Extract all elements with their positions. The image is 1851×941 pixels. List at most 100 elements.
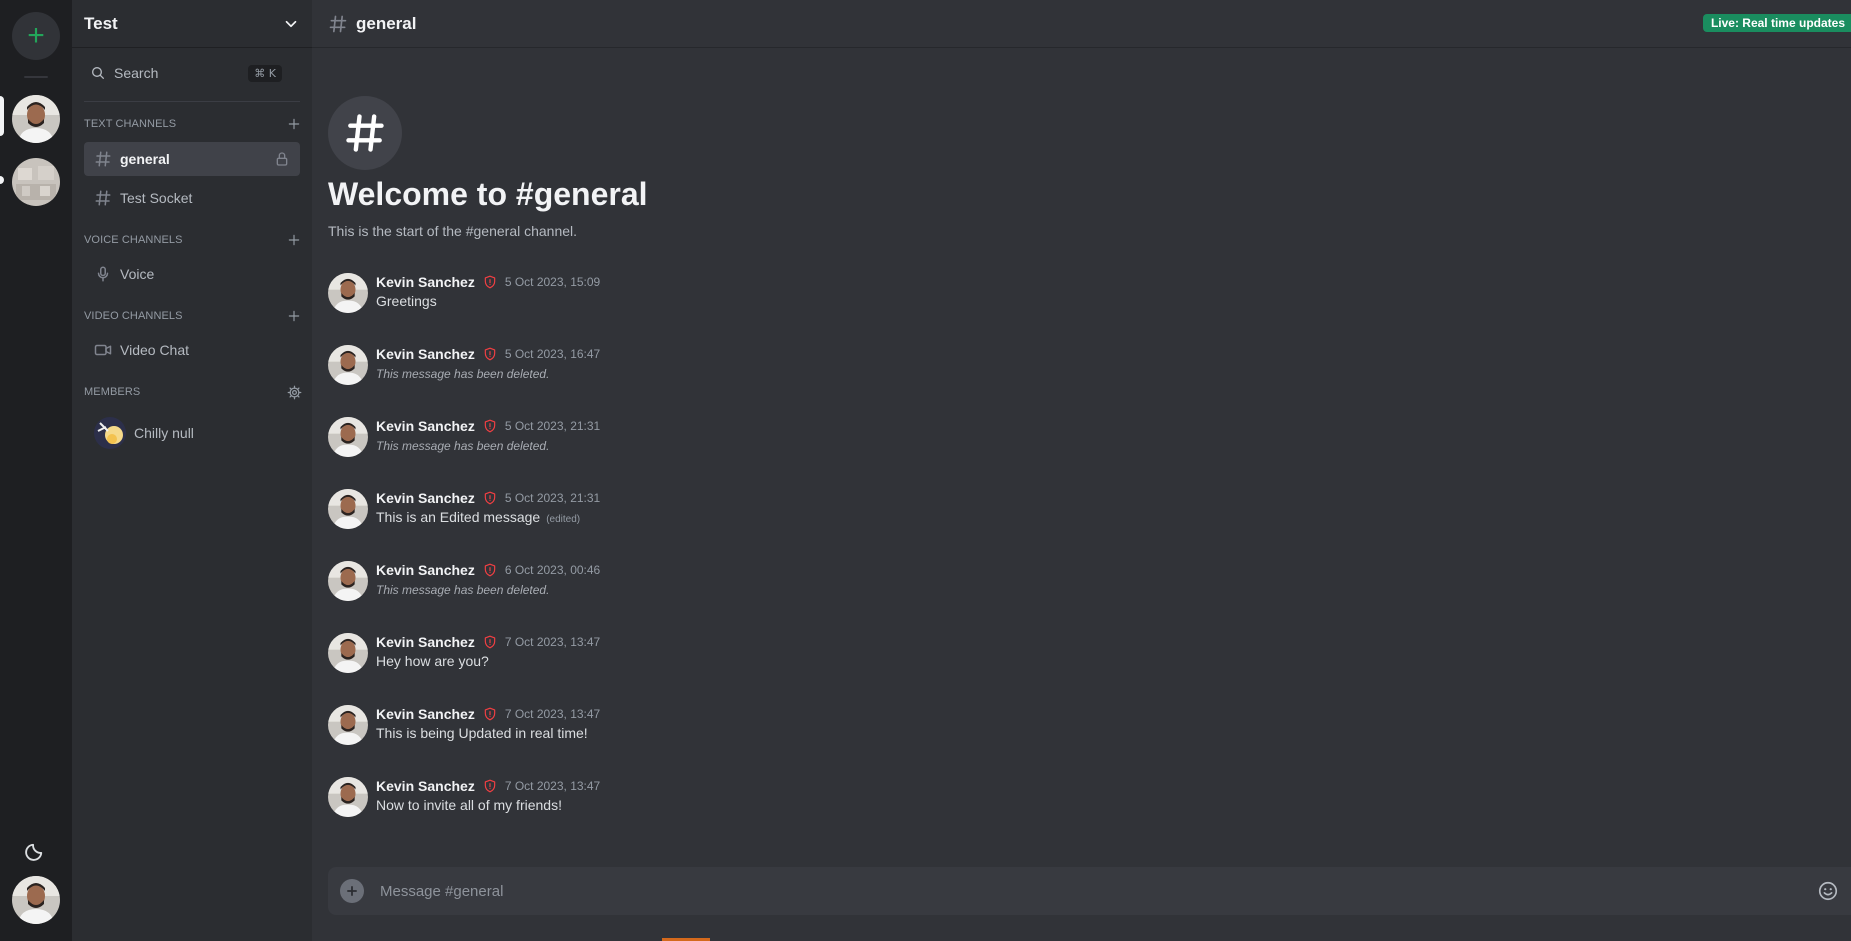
message-author[interactable]: Kevin Sanchez: [376, 562, 475, 578]
avatar[interactable]: [328, 273, 368, 313]
text-channels-header: TEXT CHANNELS: [84, 115, 302, 133]
message-author[interactable]: Kevin Sanchez: [376, 706, 475, 722]
voice-channels-header: VOICE CHANNELS: [84, 231, 302, 249]
active-server-indicator: [0, 96, 4, 136]
avatar[interactable]: [328, 633, 368, 673]
message-author[interactable]: Kevin Sanchez: [376, 634, 475, 650]
welcome-title: Welcome to #general: [328, 176, 648, 212]
manage-members-button[interactable]: [286, 384, 302, 400]
sidebar-divider: [84, 101, 300, 102]
avatar[interactable]: [328, 705, 368, 745]
server-name: Test: [84, 13, 118, 33]
avatar[interactable]: [328, 489, 368, 529]
plus-icon: [288, 118, 300, 130]
emoji-icon: [1818, 881, 1838, 901]
channel-item-video-chat[interactable]: Video Chat: [84, 333, 300, 367]
message-content: This is an Edited message (edited): [376, 509, 580, 525]
message-author[interactable]: Kevin Sanchez: [376, 274, 475, 290]
avatar[interactable]: [328, 777, 368, 817]
avatar[interactable]: [328, 417, 368, 457]
message-item[interactable]: Kevin Sanchez 7 Oct 2023, 13:47 This is be…: [328, 705, 1828, 751]
shield-icon: [483, 491, 497, 505]
welcome-subtitle: This is the start of the #general channe…: [328, 223, 578, 239]
message-header: Kevin Sanchez 7 Oct 2023, 13:47: [376, 777, 600, 795]
message-item[interactable]: Kevin Sanchez 5 Oct 2023, 21:31 This messa…: [328, 417, 1828, 463]
message-item[interactable]: Kevin Sanchez 5 Oct 2023, 16:47 This messa…: [328, 345, 1828, 391]
voice-channels-title: VOICE CHANNELS: [84, 234, 183, 246]
gear-icon: [287, 385, 301, 399]
video-camera-icon: [94, 341, 112, 359]
search-label: Search: [114, 65, 159, 81]
message-content: Now to invite all of my friends!: [376, 797, 562, 813]
video-channels-header: VIDEO CHANNELS: [84, 307, 302, 325]
add-text-channel-button[interactable]: [286, 116, 302, 132]
message-input[interactable]: [380, 882, 1817, 900]
message-header: Kevin Sanchez 7 Oct 2023, 13:47: [376, 633, 600, 651]
add-voice-channel-button[interactable]: [286, 232, 302, 248]
server-rail: +: [0, 0, 72, 941]
channel-title: general: [356, 13, 417, 33]
message-text: This message has been deleted.: [376, 439, 550, 453]
members-header: MEMBERS: [84, 383, 302, 401]
hash-icon: [94, 150, 112, 168]
chevron-down-icon: [285, 20, 297, 27]
add-video-channel-button[interactable]: [286, 308, 302, 324]
message-item[interactable]: Kevin Sanchez 6 Oct 2023, 00:46 This messa…: [328, 561, 1828, 607]
server-icon-second[interactable]: [12, 158, 60, 206]
channel-item-test-socket[interactable]: Test Socket: [84, 181, 300, 215]
plus-icon: [288, 234, 300, 246]
live-status-badge: Live: Real time updates: [1702, 14, 1851, 32]
moon-icon: [25, 843, 43, 861]
message-content: This message has been deleted.: [376, 583, 549, 597]
message-timestamp: 7 Oct 2023, 13:47: [504, 779, 601, 793]
message-item[interactable]: Kevin Sanchez 7 Oct 2023, 13:47 Now to inv…: [328, 777, 1828, 823]
unread-server-indicator: [0, 176, 4, 184]
message-item[interactable]: Kevin Sanchez 5 Oct 2023, 21:31 This is an…: [328, 489, 1828, 535]
channel-item-general[interactable]: general: [84, 142, 300, 176]
server-header[interactable]: Test: [72, 0, 312, 48]
message-text: This message has been deleted.: [376, 583, 550, 597]
message-author[interactable]: Kevin Sanchez: [376, 778, 475, 794]
emoji-button[interactable]: [1817, 880, 1839, 902]
channel-label: Test Socket: [120, 190, 193, 206]
shield-icon: [483, 707, 497, 721]
message-text: Greetings: [376, 293, 437, 309]
app-window: + Test Search ⌘ K TEXT CHANNELS general …: [0, 0, 1851, 941]
search-shortcut: ⌘ K: [248, 64, 282, 82]
server-avatar-image: [12, 158, 60, 206]
member-item-chilly-null[interactable]: Chilly null: [84, 415, 300, 451]
search-button[interactable]: Search ⌘ K: [82, 58, 290, 88]
message-timestamp: 5 Oct 2023, 21:31: [504, 419, 601, 433]
theme-toggle-button[interactable]: [22, 836, 50, 864]
user-avatar[interactable]: [12, 876, 60, 924]
video-channels-title: VIDEO CHANNELS: [84, 310, 183, 322]
user-avatar-image: [12, 876, 60, 924]
message-content: Hey how are you?: [376, 653, 489, 669]
plus-icon: [347, 886, 357, 896]
add-server-button[interactable]: +: [12, 12, 60, 60]
channel-item-voice[interactable]: Voice: [84, 257, 300, 291]
message-author[interactable]: Kevin Sanchez: [376, 346, 475, 362]
shield-icon: [483, 779, 497, 793]
message-item[interactable]: Kevin Sanchez 5 Oct 2023, 15:09 Greetings: [328, 273, 1828, 319]
shield-icon: [483, 563, 497, 577]
message-content: This message has been deleted.: [376, 367, 549, 381]
server-icon-test[interactable]: [12, 95, 60, 143]
message-timestamp: 5 Oct 2023, 21:31: [504, 491, 601, 505]
channel-sidebar: Test Search ⌘ K TEXT CHANNELS general Te…: [72, 0, 312, 941]
avatar[interactable]: [328, 345, 368, 385]
message-header: Kevin Sanchez 5 Oct 2023, 21:31: [376, 489, 600, 507]
hash-icon: [328, 14, 348, 34]
message-author[interactable]: Kevin Sanchez: [376, 418, 475, 434]
message-content: This is being Updated in real time!: [376, 725, 588, 741]
shield-icon: [483, 347, 497, 361]
message-content: Greetings: [376, 293, 437, 309]
text-channels-title: TEXT CHANNELS: [84, 118, 177, 130]
message-author[interactable]: Kevin Sanchez: [376, 490, 475, 506]
message-composer: [328, 867, 1851, 915]
avatar[interactable]: [328, 561, 368, 601]
message-text: Now to invite all of my friends!: [376, 797, 562, 813]
message-item[interactable]: Kevin Sanchez 7 Oct 2023, 13:47 Hey how ar…: [328, 633, 1828, 679]
channel-header: general Live: Real time updates: [312, 0, 1851, 48]
add-attachment-button[interactable]: [340, 879, 364, 903]
